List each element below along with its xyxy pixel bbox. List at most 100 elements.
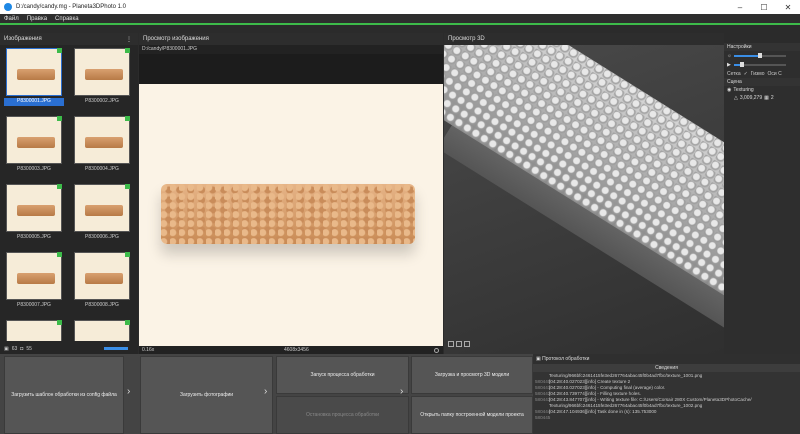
log-line-text: Texturing/966bfc2461415fe3ed267764abac45… <box>549 373 703 378</box>
candy-thumb <box>17 137 55 148</box>
log-icon: ▣ <box>536 356 541 362</box>
thumbnail-label: P8300004.JPG <box>85 166 119 172</box>
log-line-text: [04:28:47.104936][info] Task done in (s)… <box>549 409 657 414</box>
candy-thumb <box>17 205 55 216</box>
thumbnail-item[interactable]: P8300007.JPG <box>4 250 64 312</box>
images-panel: Изображения ⋮ P8300001.JPG P8300002.JPG P8… <box>0 33 138 354</box>
thumbnail-item[interactable]: P8300001.JPG <box>4 46 64 108</box>
info-icon[interactable] <box>434 347 439 353</box>
thumbnail-item[interactable]: P8300008.JPG <box>72 250 132 312</box>
candy-thumb <box>85 273 123 284</box>
scene-stats: △ 3,009,279 ▦ 2 <box>724 94 800 102</box>
thumbnail-image <box>74 252 130 300</box>
thumbnail-label: P8300008.JPG <box>85 302 119 308</box>
view-3d-title: Просмотр 3D <box>448 36 485 42</box>
eye-icon[interactable]: ◉ <box>727 87 731 93</box>
viewport-tools <box>448 341 470 347</box>
start-processing-button[interactable]: Запуск процесса обработки <box>276 356 409 394</box>
light-slider-knob[interactable] <box>758 53 762 58</box>
candy-thumb <box>17 273 55 284</box>
chevron-right-icon: › <box>127 386 131 397</box>
thumbnail-item[interactable]: P8300002.JPG <box>72 46 132 108</box>
load-view-3d-button[interactable]: Загрузка и просмотр 3D модели <box>411 356 533 394</box>
thumbnail-image <box>6 320 62 341</box>
log-subtitle: Сведения <box>533 364 800 372</box>
wireframe-icon[interactable] <box>456 341 462 347</box>
preview-path: D:/candy/P8300001.JPG <box>139 45 443 54</box>
thumbnail-size-slider[interactable] <box>104 347 128 350</box>
grid-checkbox[interactable]: Сетка <box>727 71 741 77</box>
gizmo-checkbox[interactable]: Гизмо <box>751 71 765 77</box>
play-icon: ▶ <box>727 61 731 68</box>
candy-bar-photo <box>161 184 415 244</box>
preview-zoom: 0.16x <box>142 347 155 353</box>
menu-file[interactable]: Файл <box>0 16 23 22</box>
thumbnail-image <box>6 48 62 96</box>
thumbnail-item[interactable] <box>4 318 64 341</box>
log-line-text: Texturing/966bfc2461415fe3ed267764abac45… <box>549 403 703 408</box>
speed-slider-knob[interactable] <box>740 62 744 67</box>
menu-help[interactable]: Справка <box>51 16 83 22</box>
menu-edit[interactable]: Правка <box>23 16 51 22</box>
thumbnail-image <box>74 320 130 341</box>
close-button[interactable]: ✕ <box>776 0 800 14</box>
check-icon <box>125 116 130 121</box>
check-icon <box>57 320 62 325</box>
stop-processing-button[interactable]: Остановка процесса обработки <box>276 396 409 434</box>
preview-title: Просмотр изображения <box>143 36 209 42</box>
chevron-right-icon: › <box>264 386 268 397</box>
thumbnail-item[interactable]: P8300005.JPG <box>4 182 64 244</box>
log-line: 580445 <box>535 415 798 421</box>
check-icon <box>125 48 130 53</box>
settings-header: Настройки <box>724 43 800 51</box>
thumbnail-item[interactable]: P8300003.JPG <box>4 114 64 176</box>
load-template-button[interactable]: Загрузить шаблон обработки из config фай… <box>4 356 124 434</box>
settings-panel: Настройки ☼ ▶ Сетка ✓ Гизмо Оси С Сцена … <box>724 43 800 354</box>
load-photos-button[interactable]: Загрузить фотографии <box>140 356 273 434</box>
thumbnail-label: P8300003.JPG <box>17 166 51 172</box>
thumbnail-item[interactable]: P8300006.JPG <box>72 182 132 244</box>
thumbnail-image <box>74 184 130 232</box>
candy-thumb <box>17 69 55 80</box>
preview-image[interactable] <box>139 84 443 346</box>
processing-log-panel: ▣ Протокол обработки Сведения Texturing/… <box>533 354 800 434</box>
candy-thumb <box>85 69 123 80</box>
check-icon <box>125 184 130 189</box>
images-panel-header: Изображения ⋮ <box>0 33 138 45</box>
log-lines: Texturing/966bfc2461415fe3ed267764abac45… <box>533 372 800 422</box>
camera-icon: ◘ <box>20 346 24 352</box>
texture-count-icon: ▦ <box>764 95 769 101</box>
minimize-button[interactable]: – <box>728 0 752 14</box>
thumbnail-item[interactable] <box>72 318 132 341</box>
app-icon <box>4 3 12 11</box>
axes-checkbox[interactable]: Оси С <box>768 71 782 77</box>
light-slider-row: ☼ <box>724 51 800 60</box>
menu-bar: Файл Правка Справка <box>0 14 800 25</box>
view-3d-viewport[interactable] <box>444 45 724 354</box>
log-line-text: [04:28:40.739774][info] - Filling textur… <box>549 391 641 396</box>
scene-triangle-count: 3,009,279 <box>739 95 763 101</box>
preview-status-bar: 0.16x 4608x3456 <box>139 346 443 354</box>
thumbnail-item[interactable]: P8300004.JPG <box>72 114 132 176</box>
thumbnail-label: P8300005.JPG <box>17 234 51 240</box>
image-icon: ▣ <box>4 346 9 352</box>
log-line-text: [04:28:43.847707][info] - Writing textur… <box>549 397 752 402</box>
thumbnail-image <box>6 252 62 300</box>
thumbnail-image <box>74 116 130 164</box>
log-line-text: [04:28:40.027023][info] Create texture 2 <box>549 379 631 384</box>
preview-dimensions: 4608x3456 <box>284 347 309 353</box>
view-3d-header: Просмотр 3D <box>444 33 724 45</box>
scene-header: Сцена <box>724 78 800 86</box>
view-mode-icon[interactable] <box>448 341 454 347</box>
open-model-folder-button[interactable]: Открыть папку построенной модели проекта <box>411 396 533 434</box>
more-icon[interactable]: ⋮ <box>126 36 132 43</box>
texture-icon[interactable] <box>464 341 470 347</box>
check-icon: ✓ <box>743 70 748 77</box>
check-icon <box>57 116 62 121</box>
preview-header: Просмотр изображения <box>139 33 443 45</box>
thumbnail-label: P8300007.JPG <box>17 302 51 308</box>
maximize-button[interactable]: ☐ <box>752 0 776 14</box>
scene-item-texturing[interactable]: ◉ Texturing <box>724 86 800 94</box>
thumbnail-image <box>74 48 130 96</box>
scene-title: Сцена <box>727 79 742 85</box>
